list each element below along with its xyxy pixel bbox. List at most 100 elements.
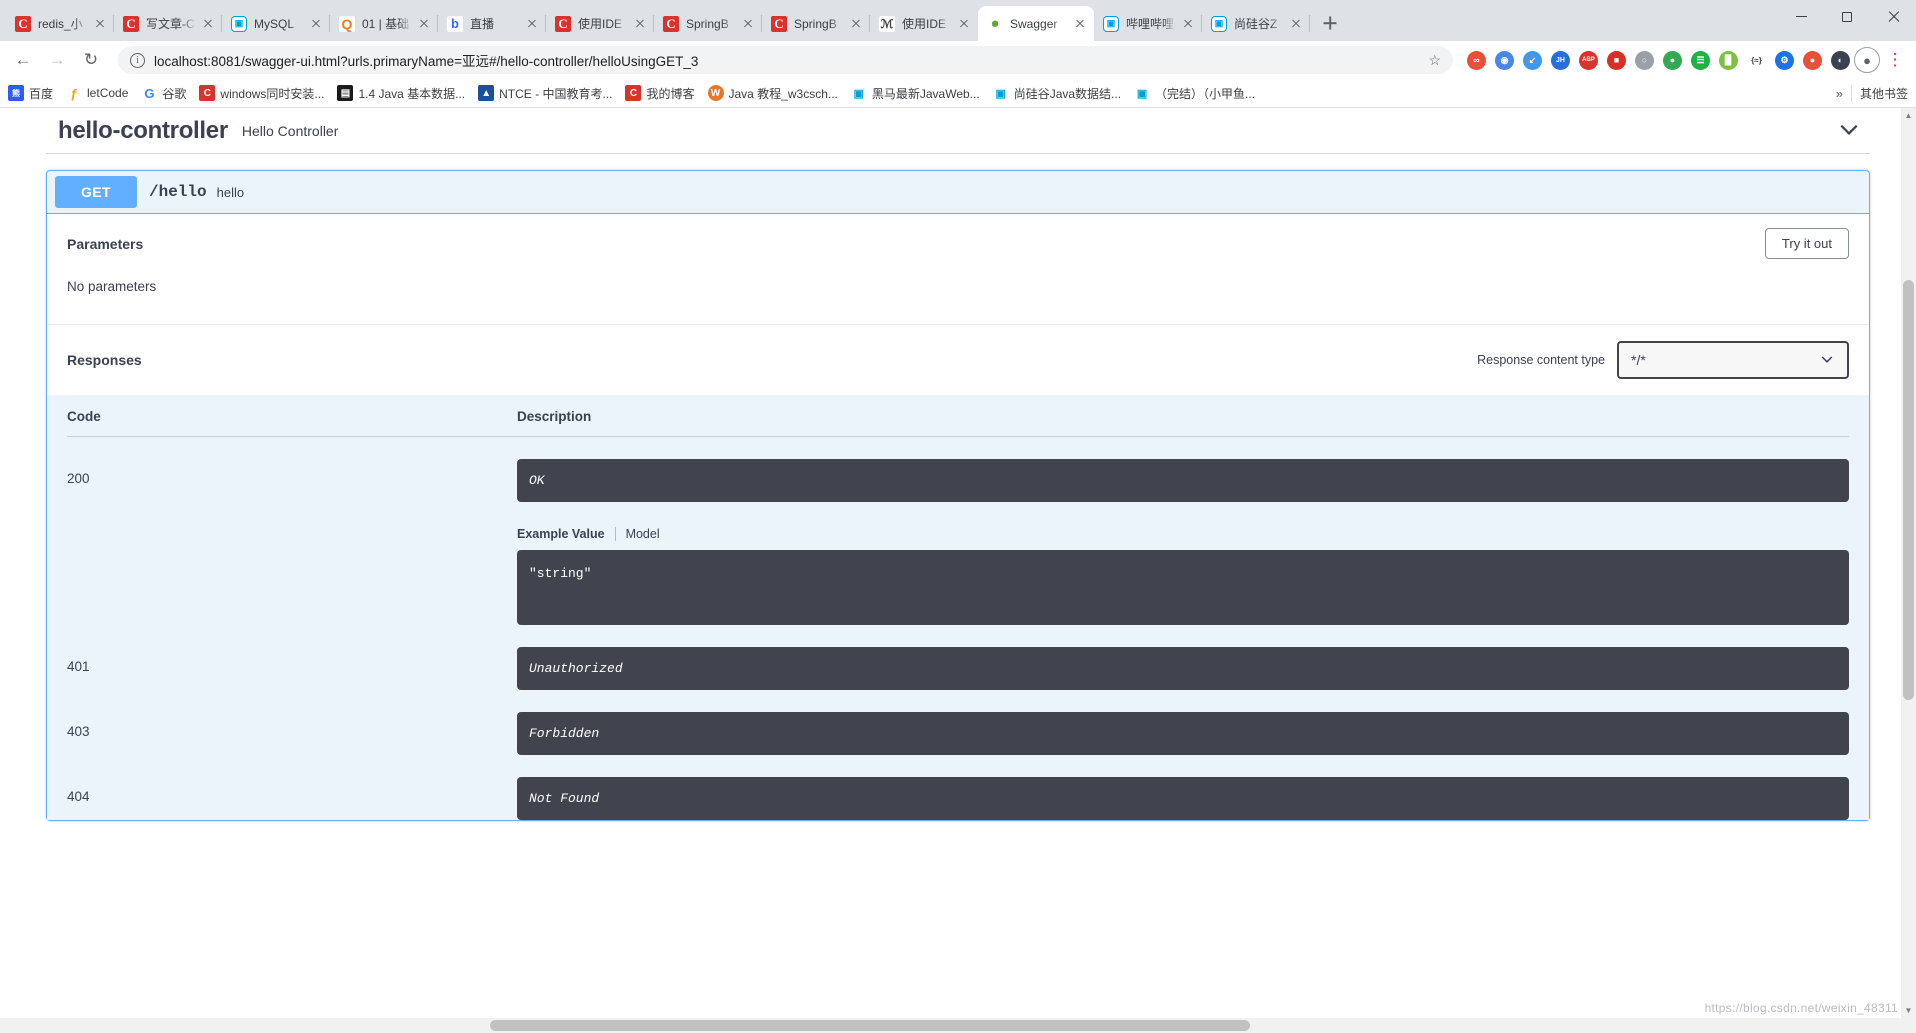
- extension-icon[interactable]: ◉: [1495, 50, 1514, 70]
- browser-tab[interactable]: Q 01 | 基础: [330, 6, 438, 41]
- forward-button[interactable]: →: [42, 45, 72, 75]
- tag-header[interactable]: hello-controller Hello Controller: [46, 117, 1870, 154]
- tab-title: MySQL: [254, 16, 295, 31]
- address-bar[interactable]: i localhost:8081/swagger-ui.html?urls.pr…: [118, 46, 1453, 74]
- close-button[interactable]: [1870, 0, 1916, 33]
- tab-title: 写文章-C: [146, 17, 195, 31]
- browser-menu-button[interactable]: ⋮: [1882, 47, 1908, 73]
- response-message: Forbidden: [517, 712, 1849, 755]
- extension-icon[interactable]: ☰: [1691, 50, 1710, 70]
- tab-close-icon[interactable]: [740, 16, 756, 32]
- bookmark-star-icon[interactable]: ☆: [1428, 52, 1441, 69]
- reload-button[interactable]: ↻: [76, 45, 106, 75]
- csdn-icon: C: [771, 15, 787, 32]
- extension-icon[interactable]: JH: [1551, 50, 1570, 70]
- url-text: localhost:8081/swagger-ui.html?urls.prim…: [154, 54, 699, 69]
- bookmark-item[interactable]: ▤ 1.4 Java 基本数据...: [337, 85, 465, 102]
- window-controls: [1778, 0, 1916, 41]
- other-bookmarks-folder[interactable]: 其他书签: [1850, 84, 1908, 102]
- tab-close-icon[interactable]: [632, 16, 648, 32]
- tab-close-icon[interactable]: [1180, 16, 1196, 32]
- bookmark-item[interactable]: ▣ 尚硅谷Java数据结...: [992, 85, 1121, 102]
- site-info-icon[interactable]: i: [130, 52, 145, 68]
- response-row: 404 Not Found: [67, 755, 1849, 820]
- responses-table: Code Description 200 OK Example Value Mo…: [47, 395, 1869, 820]
- bookmark-item[interactable]: C 我的博客: [625, 85, 695, 102]
- tab-title: 尚硅谷Z: [1234, 17, 1278, 31]
- extension-icon[interactable]: ◐: [1831, 50, 1850, 70]
- extension-icon[interactable]: ↙: [1523, 50, 1542, 70]
- response-message: Unauthorized: [517, 647, 1849, 690]
- swagger-ui: hello-controller Hello Controller GET /h…: [0, 108, 1916, 1033]
- new-tab-button[interactable]: [1316, 9, 1344, 37]
- tab-example-value[interactable]: Example Value: [517, 527, 615, 541]
- bookmark-item[interactable]: ƒ letCode: [66, 85, 128, 101]
- response-content-type-select[interactable]: */*: [1617, 341, 1849, 379]
- bookmark-item[interactable]: G 谷歌: [141, 85, 186, 102]
- extension-icon[interactable]: ABP: [1579, 50, 1598, 70]
- chevron-down-icon[interactable]: [1838, 118, 1860, 145]
- browser-tab[interactable]: C SpringB: [762, 6, 870, 41]
- bookmarks-bar: 熊 百度 ƒ letCode G 谷歌 C windows同时安装... ▤ 1…: [0, 79, 1916, 108]
- horizontal-scrollbar-thumb[interactable]: [490, 1020, 1250, 1031]
- extension-icon[interactable]: ▉: [1719, 50, 1738, 70]
- bookmark-label: 百度: [29, 86, 54, 101]
- responses-table-header: Code Description: [67, 395, 1849, 437]
- horizontal-scrollbar[interactable]: [0, 1018, 1901, 1033]
- extension-icon[interactable]: ⚙: [1775, 50, 1794, 70]
- browser-tab[interactable]: ▣ MySQL: [222, 6, 330, 41]
- browser-tab[interactable]: ▣ 哔哩哔哩: [1094, 6, 1202, 41]
- tab-model[interactable]: Model: [626, 527, 670, 541]
- profile-avatar[interactable]: ●: [1854, 47, 1880, 73]
- vertical-scrollbar-thumb[interactable]: [1903, 280, 1914, 700]
- browser-tab[interactable]: b 直播: [438, 6, 546, 41]
- scroll-up-arrow[interactable]: ▲: [1901, 108, 1916, 123]
- csdn-icon: C: [123, 15, 139, 32]
- tab-close-icon[interactable]: [1288, 16, 1304, 32]
- bookmark-item[interactable]: ▣ 黑马最新JavaWeb...: [850, 85, 980, 102]
- back-button[interactable]: ←: [8, 45, 38, 75]
- browser-tab[interactable]: ▣ 尚硅谷Z: [1202, 6, 1310, 41]
- bookmark-item[interactable]: ▣ （完结）（小甲鱼...: [1134, 85, 1255, 102]
- tab-close-icon[interactable]: [92, 16, 108, 32]
- operation-path: /hello: [149, 183, 207, 201]
- tab-close-icon[interactable]: [524, 16, 540, 32]
- tab-close-icon[interactable]: [956, 16, 972, 32]
- tab-title: 使用IDE: [902, 17, 947, 31]
- tab-close-icon[interactable]: [1072, 16, 1088, 32]
- bookmark-item[interactable]: ▲ NTCE - 中国教育考...: [478, 85, 612, 102]
- tab-close-icon[interactable]: [848, 16, 864, 32]
- tab-close-icon[interactable]: [416, 16, 432, 32]
- operation-summary[interactable]: GET /hello hello: [47, 171, 1869, 214]
- bookmark-item[interactable]: W Java 教程_w3csch...: [707, 85, 838, 102]
- column-header-code: Code: [67, 409, 101, 424]
- bookmark-item[interactable]: 熊 百度: [8, 85, 53, 102]
- extension-icon[interactable]: {≈}: [1747, 50, 1766, 70]
- browser-tab-active[interactable]: ● Swagger: [978, 6, 1094, 41]
- operation-tag-section: hello-controller Hello Controller GET /h…: [46, 108, 1870, 821]
- maximize-button[interactable]: [1824, 0, 1870, 33]
- extension-icon[interactable]: ■: [1607, 50, 1626, 70]
- browser-tab[interactable]: C SpringB: [654, 6, 762, 41]
- scroll-down-arrow[interactable]: ▼: [1901, 1003, 1916, 1018]
- try-it-out-button[interactable]: Try it out: [1764, 228, 1849, 259]
- browser-tab[interactable]: ℳ 使用IDE: [870, 6, 978, 41]
- extension-icon[interactable]: ●: [1803, 50, 1822, 70]
- vertical-scrollbar[interactable]: ▲ ▼: [1901, 108, 1916, 1033]
- browser-tab[interactable]: C redis_小: [6, 6, 114, 41]
- browser-tab[interactable]: C 使用IDE: [546, 6, 654, 41]
- browser-tab[interactable]: C 写文章-C: [114, 6, 222, 41]
- parameters-header: Parameters Try it out: [47, 214, 1869, 273]
- response-row: 401 Unauthorized: [67, 625, 1849, 690]
- bookmark-item[interactable]: C windows同时安装...: [199, 85, 324, 102]
- extension-icon[interactable]: ∞: [1467, 50, 1486, 70]
- bookmarks-overflow-button[interactable]: »: [1828, 86, 1851, 101]
- tab-close-icon[interactable]: [200, 16, 216, 32]
- minimize-button[interactable]: [1778, 0, 1824, 33]
- bookmark-label: letCode: [87, 86, 129, 100]
- extension-icon[interactable]: ○: [1635, 50, 1654, 70]
- tab-title: 直播: [470, 17, 495, 31]
- tab-close-icon[interactable]: [308, 16, 324, 32]
- extension-icon[interactable]: ●: [1663, 50, 1682, 70]
- other-bookmarks-label: 其他书签: [1859, 86, 1908, 101]
